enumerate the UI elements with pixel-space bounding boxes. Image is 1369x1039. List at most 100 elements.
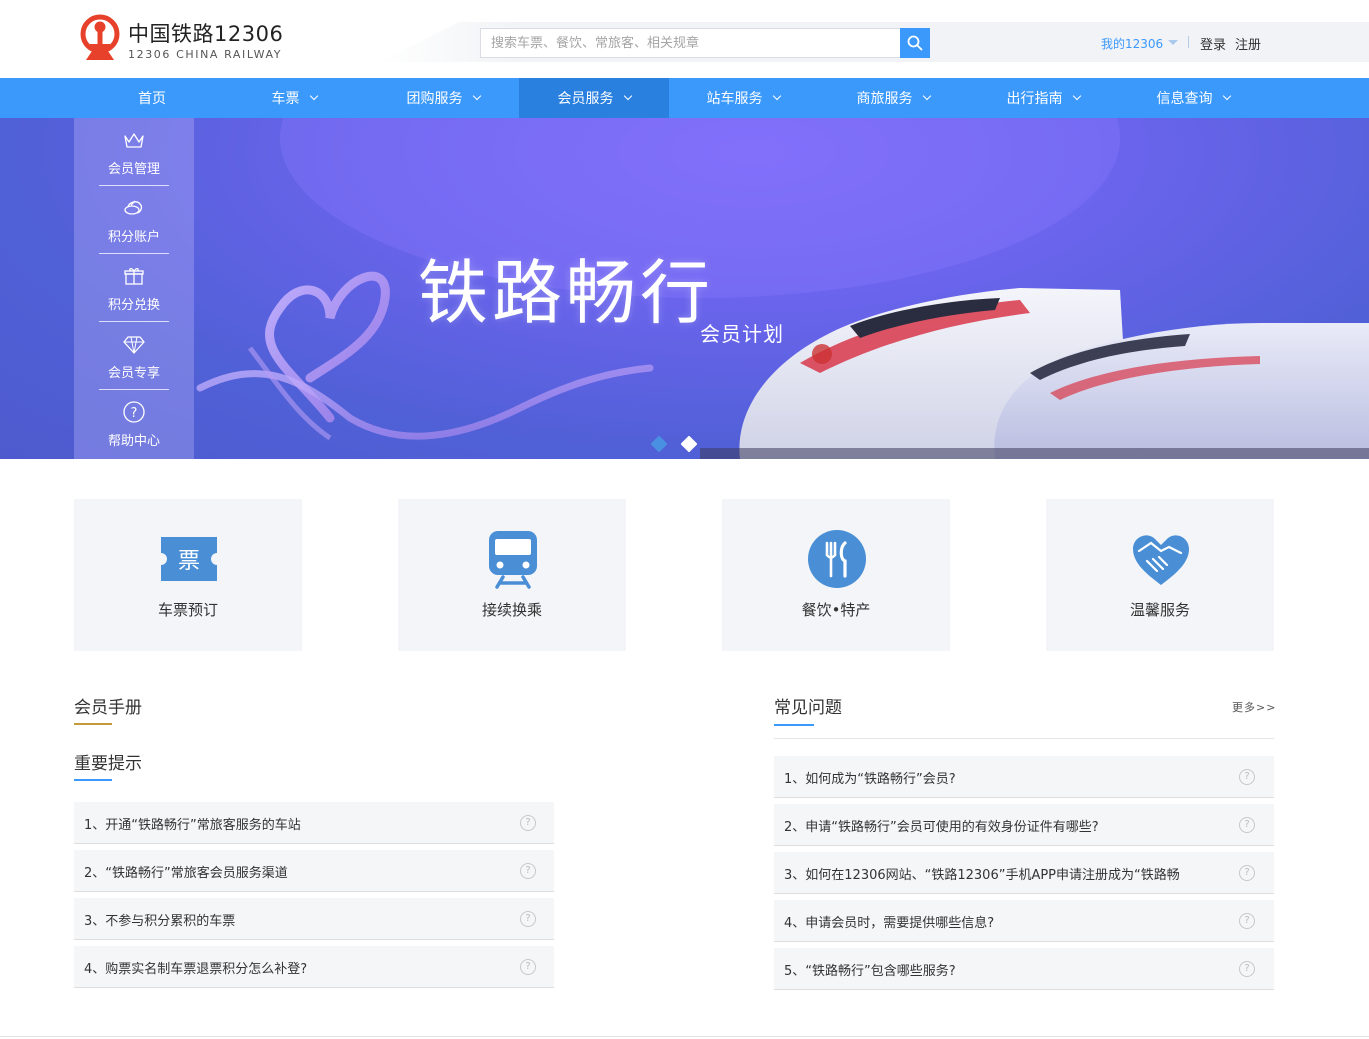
service-card-ticket-booking[interactable]: 票 车票预订: [74, 499, 302, 651]
question-mark-icon: ?: [1239, 769, 1255, 785]
login-link[interactable]: 登录: [1200, 34, 1226, 53]
search-button[interactable]: [900, 28, 930, 58]
handbook-subtitle-underline: [74, 779, 112, 781]
diamond-icon: [123, 336, 145, 354]
faq-more-link[interactable]: 更多>>: [1232, 699, 1276, 715]
question-mark-icon: ?: [1239, 913, 1255, 929]
member-side-menu: 会员管理 积分账户 积分兑换 会员专享 ? 帮助中心: [74, 118, 194, 459]
hero-banner[interactable]: 铁路畅行 会员计划: [0, 118, 1369, 459]
side-item-points-account[interactable]: 积分账户: [74, 186, 194, 254]
faq-item[interactable]: 4、申请会员时，需要提供哪些信息? ?: [774, 900, 1274, 942]
side-item-label: 会员专享: [107, 366, 160, 381]
search-box: [480, 28, 930, 58]
chevron-down-icon: [623, 91, 632, 101]
question-mark-icon: ?: [1239, 961, 1255, 977]
search-icon: [907, 35, 923, 51]
handbook-item[interactable]: 3、不参与积分累积的车票 ?: [74, 898, 554, 940]
chevron-down-icon: [772, 91, 781, 101]
nav-tickets[interactable]: 车票: [219, 78, 369, 118]
handbook-item[interactable]: 2、“铁路畅行”常旅客会员服务渠道 ?: [74, 850, 554, 892]
search-input[interactable]: [480, 28, 900, 58]
handbook-subtitle: 重要提示: [74, 754, 142, 774]
faq-item[interactable]: 2、申请“铁路畅行”会员可使用的有效身份证件有哪些? ?: [774, 804, 1274, 846]
nav-label: 商旅服务: [856, 91, 913, 107]
register-link[interactable]: 注册: [1235, 34, 1261, 53]
dining-icon: [808, 530, 866, 588]
banner-subtitle: 会员计划: [700, 322, 784, 346]
service-card-label: 车票预订: [157, 601, 218, 619]
site-header: 中国铁路12306 12306 CHINA RAILWAY 我的12306 登录…: [0, 0, 1369, 78]
handbook-item[interactable]: 4、购票实名制车票退票积分怎么补登? ?: [74, 946, 554, 988]
help-icon: ?: [123, 401, 145, 423]
handbook-item[interactable]: 1、开通“铁路畅行”常旅客服务的车站 ?: [74, 802, 554, 844]
nav-info-query[interactable]: 信息查询: [1118, 78, 1268, 118]
side-item-label: 帮助中心: [107, 434, 160, 449]
side-item-help-center[interactable]: ? 帮助中心: [74, 390, 194, 458]
side-item-label: 积分兑换: [107, 298, 160, 313]
chevron-down-icon: [922, 91, 931, 101]
nav-station-service[interactable]: 站车服务: [668, 78, 818, 118]
handbook-title-underline: [74, 723, 112, 725]
faq-divider: [774, 738, 1274, 739]
nav-group-service[interactable]: 团购服务: [368, 78, 518, 118]
faq-item-text: 4、申请会员时，需要提供哪些信息?: [784, 916, 995, 931]
logo-subtitle: 12306 CHINA RAILWAY: [128, 48, 283, 61]
nav-label: 车票: [271, 91, 300, 107]
logo-title: 中国铁路12306: [128, 22, 284, 46]
side-item-member-management[interactable]: 会员管理: [74, 118, 194, 186]
nav-member-service[interactable]: 会员服务: [519, 78, 669, 118]
question-mark-icon: ?: [520, 815, 536, 831]
banner-title: 铁路畅行: [418, 252, 714, 334]
side-item-label: 会员管理: [107, 162, 160, 177]
svg-text:?: ?: [131, 406, 138, 421]
train-icon: [489, 531, 537, 589]
footer-divider: [0, 1036, 1369, 1037]
service-card-dining[interactable]: 餐饮•特产: [722, 499, 950, 651]
side-item-label: 积分账户: [107, 230, 160, 245]
side-item-points-exchange[interactable]: 积分兑换: [74, 254, 194, 322]
handbook-item-text: 3、不参与积分累积的车票: [84, 914, 236, 929]
faq-item-text: 1、如何成为“铁路畅行”会员?: [784, 772, 956, 787]
logo[interactable]: 中国铁路12306 12306 CHINA RAILWAY: [78, 14, 298, 66]
faq-item-text: 2、申请“铁路畅行”会员可使用的有效身份证件有哪些?: [784, 820, 1099, 835]
faq-title-underline: [774, 724, 814, 726]
nav-label: 站车服务: [706, 91, 763, 107]
handbook-item-text: 2、“铁路畅行”常旅客会员服务渠道: [84, 866, 288, 881]
nav-label: 出行指南: [1006, 91, 1063, 107]
side-item-member-exclusive[interactable]: 会员专享: [74, 322, 194, 390]
chevron-down-icon: [1222, 91, 1231, 101]
nav-home[interactable]: 首页: [77, 78, 227, 118]
faq-title: 常见问题: [774, 698, 842, 718]
chevron-down-icon: [1072, 91, 1081, 101]
handbook-item-text: 4、购票实名制车票退票积分怎么补登?: [84, 962, 308, 977]
nav-travel-guide[interactable]: 出行指南: [968, 78, 1118, 118]
crown-icon: [124, 133, 144, 148]
service-card-label: 餐饮•特产: [801, 601, 871, 619]
faq-item[interactable]: 5、“铁路畅行”包含哪些服务? ?: [774, 948, 1274, 990]
faq-item[interactable]: 1、如何成为“铁路畅行”会员? ?: [774, 756, 1274, 798]
nav-label: 团购服务: [406, 91, 463, 107]
handbook-title: 会员手册: [74, 698, 142, 718]
header-divider: [1188, 36, 1189, 48]
service-card-label: 接续换乘: [481, 601, 542, 619]
faq-item-text: 5、“铁路畅行”包含哪些服务?: [784, 964, 956, 979]
china-railway-logo-icon: [80, 14, 120, 60]
question-mark-icon: ?: [520, 911, 536, 927]
faq-item[interactable]: 3、如何在12306网站、“铁路12306”手机APP申请注册成为“铁路畅 ?: [774, 852, 1274, 894]
handbook-item-text: 1、开通“铁路畅行”常旅客服务的车站: [84, 818, 301, 833]
nav-label: 信息查询: [1156, 91, 1213, 107]
question-mark-icon: ?: [520, 959, 536, 975]
question-mark-icon: ?: [520, 863, 536, 879]
my12306-menu[interactable]: 我的12306: [1101, 35, 1163, 52]
heart-hands-icon: [1133, 535, 1189, 585]
service-card-caring-service[interactable]: 温馨服务: [1046, 499, 1274, 651]
faq-item-text: 3、如何在12306网站、“铁路12306”手机APP申请注册成为“铁路畅: [784, 868, 1180, 883]
chevron-down-icon: [472, 91, 481, 101]
service-card-transfer[interactable]: 接续换乘: [398, 499, 626, 651]
nav-business-travel[interactable]: 商旅服务: [818, 78, 968, 118]
chevron-down-icon: [309, 91, 318, 101]
service-card-label: 温馨服务: [1129, 601, 1190, 619]
main-nav: 首页 车票 团购服务 会员服务 站车服务 商旅服务 出行指南 信息查询: [0, 78, 1369, 118]
nav-label: 首页: [138, 91, 166, 107]
caret-down-icon[interactable]: [1168, 40, 1178, 45]
